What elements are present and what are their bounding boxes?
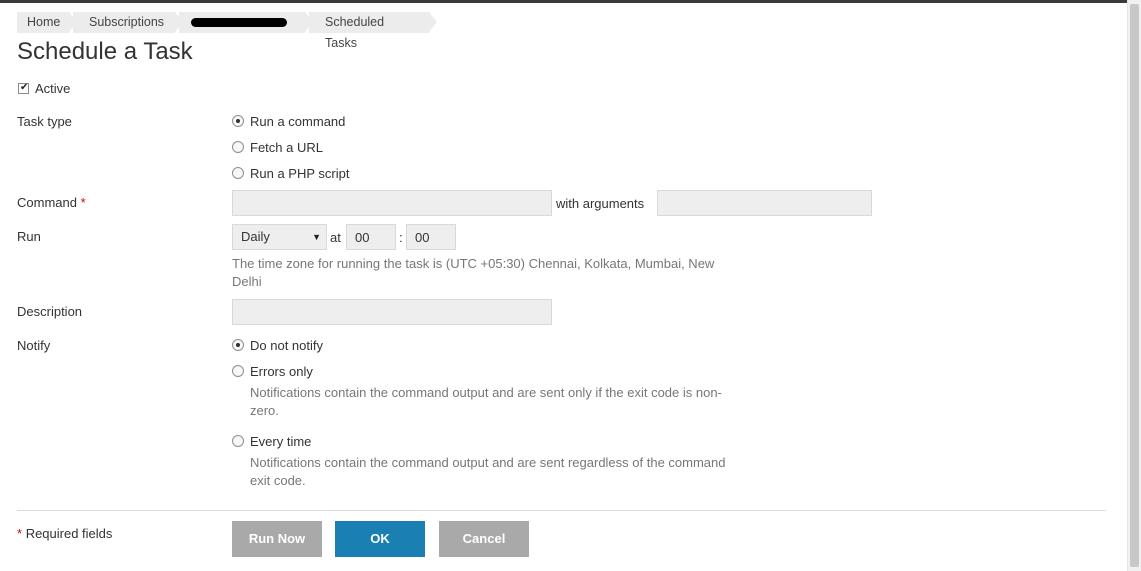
minute-input[interactable] (406, 224, 456, 250)
task-type-radio-fetch-url[interactable] (232, 141, 244, 153)
ok-button[interactable]: OK (335, 521, 425, 557)
command-input[interactable] (232, 190, 552, 216)
notify-option-every-time[interactable]: Every time (250, 434, 311, 449)
run-frequency-value: Daily (241, 229, 270, 244)
vertical-scrollbar[interactable] (1127, 0, 1141, 571)
run-label: Run (17, 229, 41, 244)
notify-radio-errors-only[interactable] (232, 365, 244, 377)
at-label: at (330, 230, 341, 245)
required-fields-text: Required fields (25, 526, 113, 541)
redaction-mark (191, 18, 287, 27)
cancel-button[interactable]: Cancel (439, 521, 529, 557)
run-frequency-select[interactable]: Daily ▼ (232, 224, 327, 250)
task-type-radio-php-script[interactable] (232, 167, 244, 179)
description-label: Description (17, 304, 83, 319)
command-label-text: Command (17, 195, 77, 210)
breadcrumb: Home Subscriptions Scheduled Tasks (17, 12, 437, 50)
required-fields-note: * Required fields (17, 526, 112, 541)
task-type-radio-run-command[interactable] (232, 115, 244, 127)
page-title: Schedule a Task (17, 38, 193, 65)
every-time-hint: Notifications contain the command output… (250, 455, 726, 488)
task-type-option-fetch-url[interactable]: Fetch a URL (250, 140, 323, 155)
top-bar (0, 0, 1127, 3)
command-label: Command * (17, 195, 86, 210)
run-now-button[interactable]: Run Now (232, 521, 322, 557)
breadcrumb-subscriptions[interactable]: Subscriptions (73, 12, 183, 33)
active-label: Active (35, 81, 71, 96)
task-type-option-run-command[interactable]: Run a command (250, 114, 345, 129)
scrollbar-thumb[interactable] (1130, 4, 1139, 567)
timezone-note: The time zone for running the task is (U… (232, 256, 715, 289)
dropdown-arrow-icon: ▼ (312, 232, 321, 242)
arguments-input[interactable] (657, 190, 872, 216)
task-type-option-php-script[interactable]: Run a PHP script (250, 166, 349, 181)
time-separator: : (399, 230, 403, 245)
hour-input[interactable] (346, 224, 396, 250)
notify-option-do-not-notify[interactable]: Do not notify (250, 338, 323, 353)
description-input[interactable] (232, 299, 552, 325)
required-asterisk: * (80, 195, 86, 210)
required-asterisk-footer: * (17, 526, 23, 541)
task-type-label: Task type (17, 114, 72, 129)
errors-only-hint: Notifications contain the command output… (250, 385, 722, 418)
checkmark-icon: ✔ (20, 82, 29, 93)
notify-radio-every-time[interactable] (232, 435, 244, 447)
active-checkbox[interactable]: ✔ (18, 82, 29, 94)
breadcrumb-scheduled-tasks[interactable]: Scheduled Tasks (309, 12, 437, 50)
notify-label: Notify (17, 338, 51, 353)
notify-radio-do-not-notify[interactable] (232, 339, 244, 351)
breadcrumb-home[interactable]: Home (17, 12, 77, 33)
with-arguments-label: with arguments (556, 196, 645, 211)
footer-divider (17, 510, 1106, 511)
breadcrumb-subscription-name[interactable] (179, 12, 313, 33)
notify-option-errors-only[interactable]: Errors only (250, 364, 313, 379)
